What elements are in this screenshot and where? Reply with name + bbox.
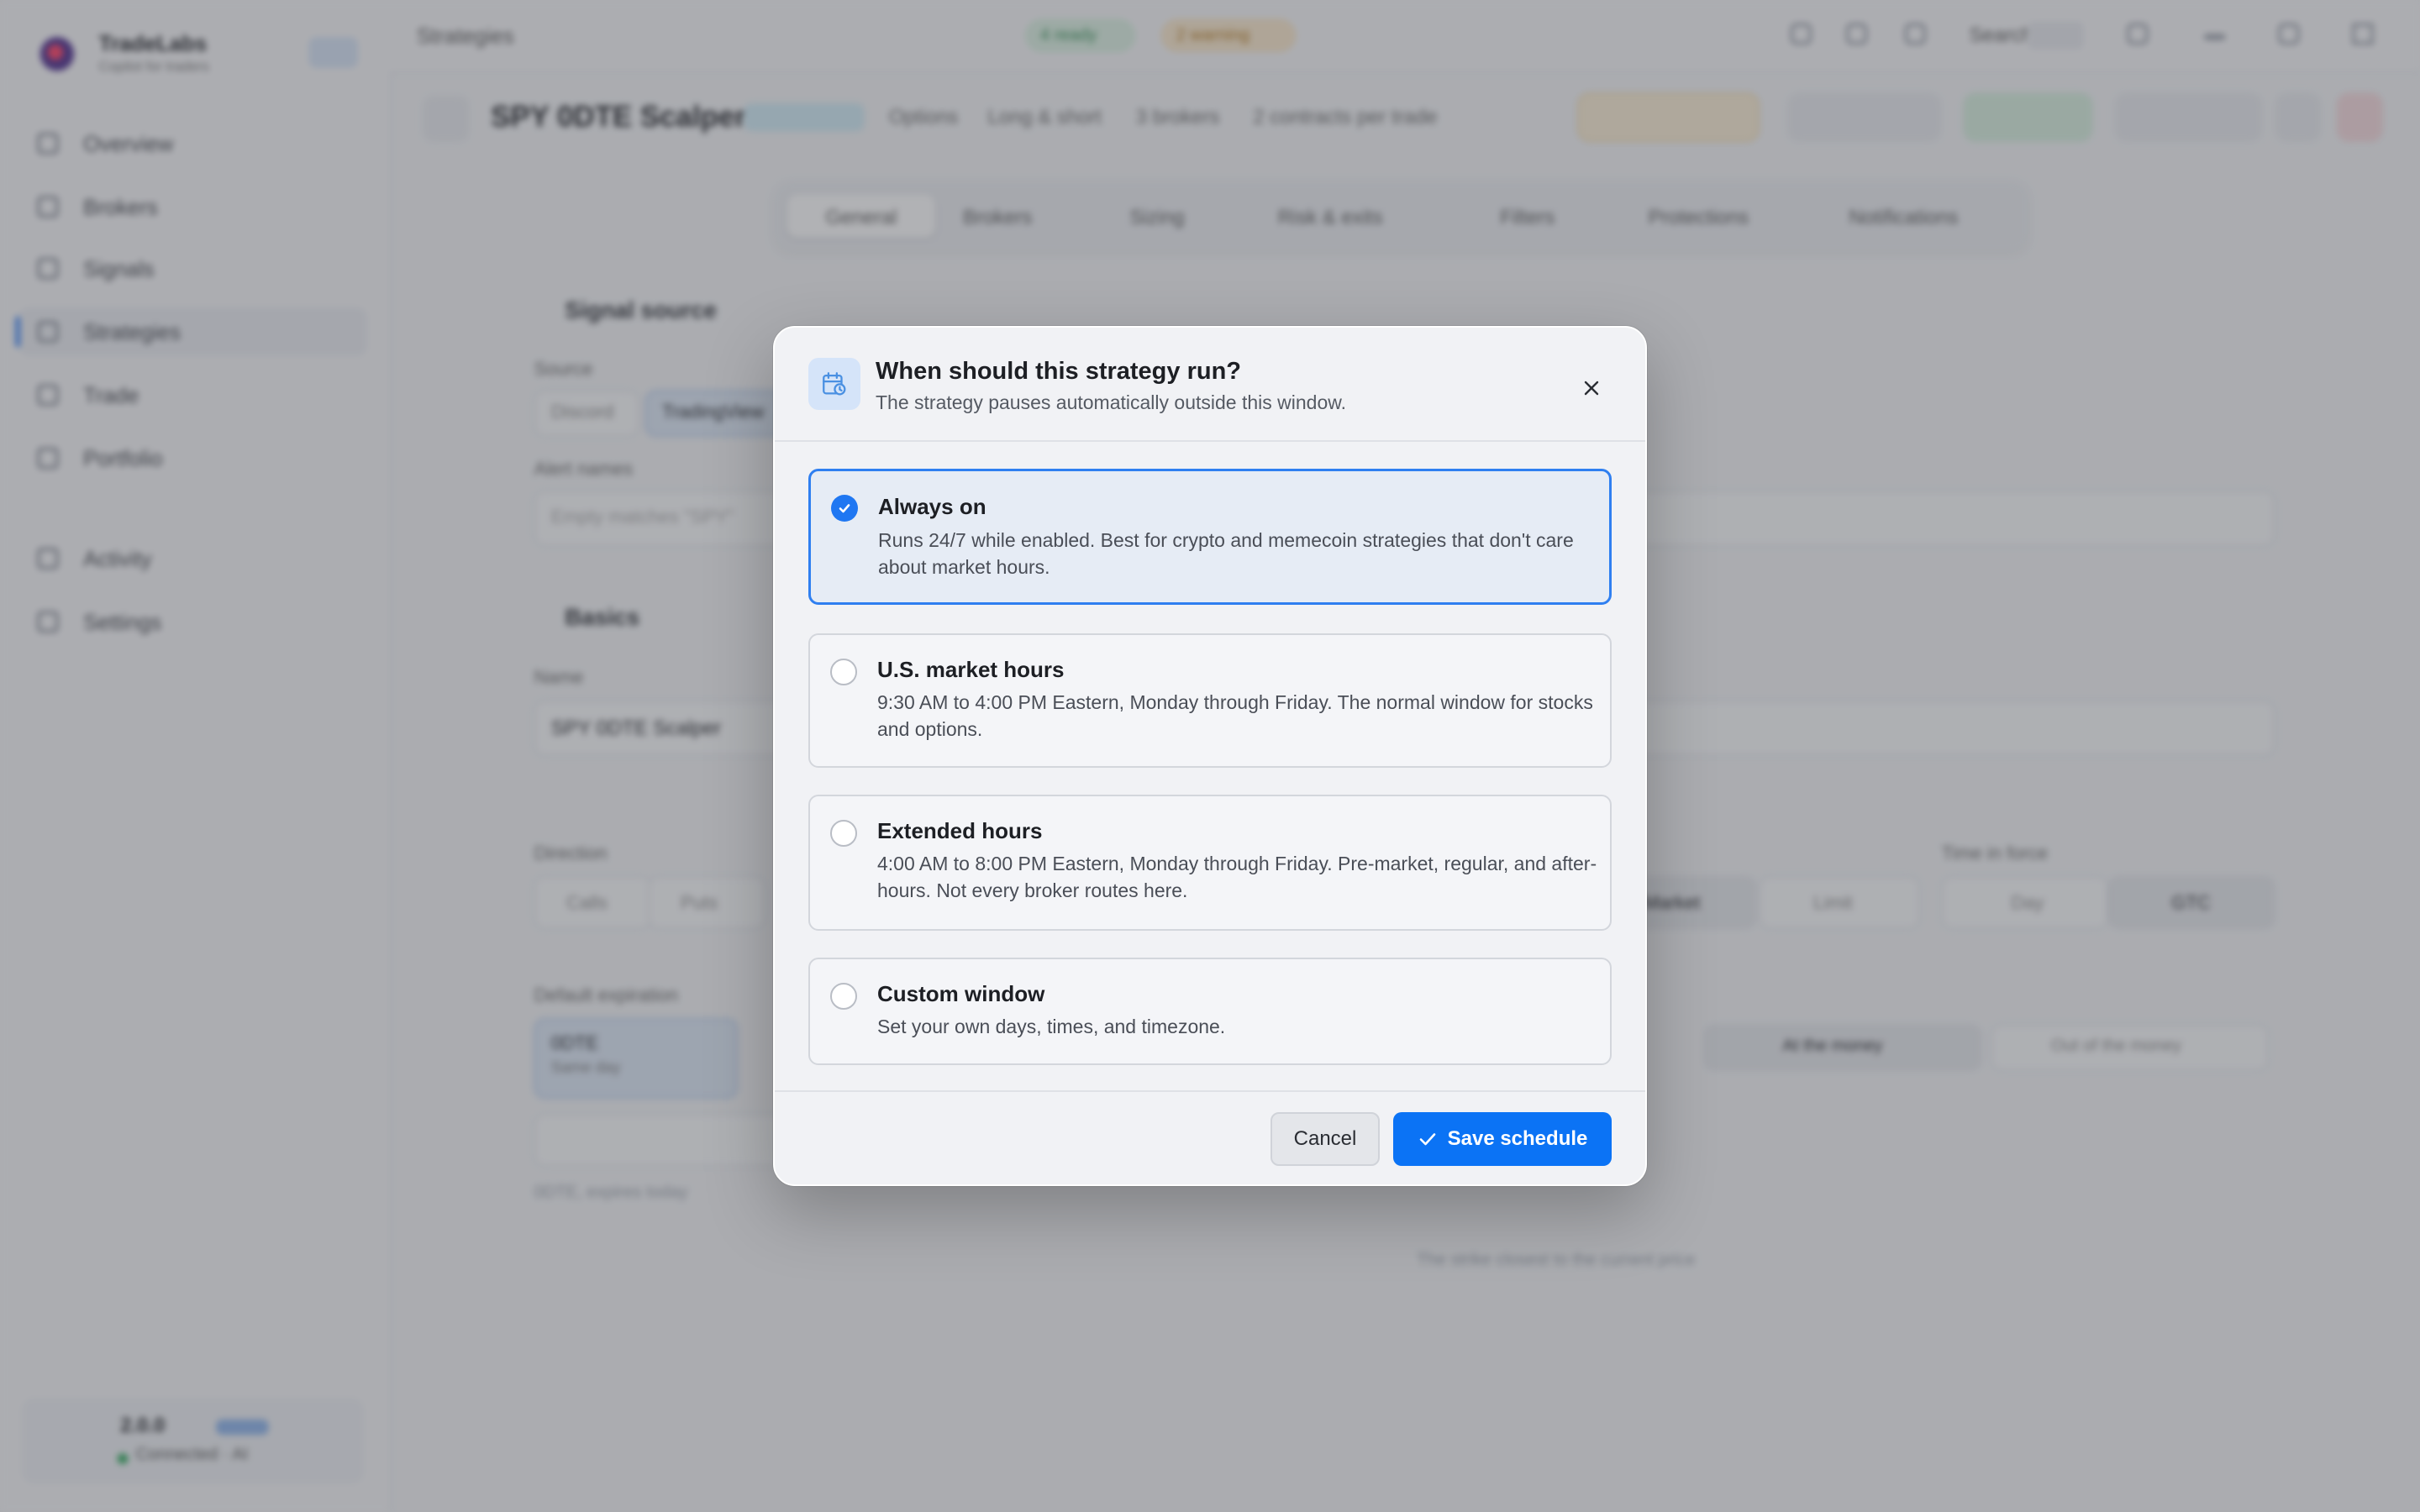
schedule-option-custom-window[interactable]: Custom window Set your own days, times, …: [808, 958, 1612, 1065]
close-icon: [1584, 381, 1599, 396]
schedule-option-extended-hours[interactable]: Extended hours 4:00 AM to 8:00 PM Easter…: [808, 795, 1612, 931]
cancel-button[interactable]: Cancel: [1270, 1112, 1380, 1166]
radio-unchecked-icon: [830, 659, 857, 685]
option-title: Custom window: [877, 981, 1045, 1006]
save-schedule-button[interactable]: Save schedule: [1393, 1112, 1612, 1166]
radio-unchecked-icon: [830, 820, 857, 847]
dialog-title: When should this strategy run?: [876, 358, 1242, 385]
check-icon: [1419, 1133, 1435, 1146]
schedule-option-us-market-hours[interactable]: U.S. market hours 9:30 AM to 4:00 PM Eas…: [808, 633, 1612, 768]
schedule-option-always-on[interactable]: Always on Runs 24/7 while enabled. Best …: [808, 469, 1612, 605]
calendar-clock-icon: [808, 358, 860, 410]
footer-divider: [775, 1090, 1645, 1092]
option-description: Set your own days, times, and timezone.: [877, 1016, 1226, 1037]
close-dialog-button[interactable]: [1575, 371, 1608, 405]
option-title: U.S. market hours: [877, 657, 1065, 682]
schedule-dialog: When should this strategy run? The strat…: [773, 326, 1647, 1186]
radio-unchecked-icon: [830, 983, 857, 1010]
option-description: 9:30 AM to 4:00 PM Eastern, Monday throu…: [877, 691, 1593, 740]
dialog-subtitle: The strategy pauses automatically outsid…: [876, 391, 1346, 413]
save-schedule-label: Save schedule: [1447, 1127, 1588, 1150]
option-description: Runs 24/7 while enabled. Best for crypto…: [878, 529, 1574, 578]
option-title: Extended hours: [877, 818, 1043, 843]
radio-checked-icon: [831, 495, 858, 522]
option-description: 4:00 AM to 8:00 PM Eastern, Monday throu…: [877, 853, 1597, 901]
option-title: Always on: [878, 494, 986, 519]
header-divider: [775, 440, 1645, 442]
